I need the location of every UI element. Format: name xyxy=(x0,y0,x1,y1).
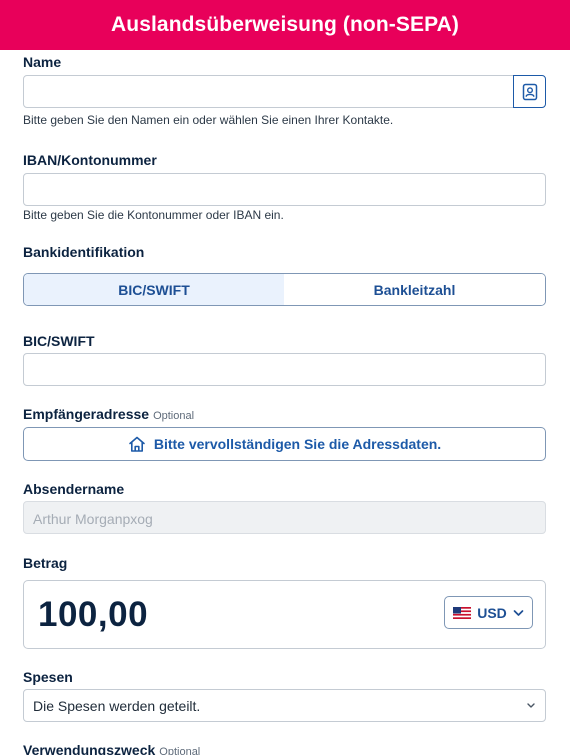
amount-label: Betrag xyxy=(23,555,68,571)
purpose-label: Verwendungszweck Optional xyxy=(23,742,200,755)
fees-label: Spesen xyxy=(23,669,73,685)
amount-field[interactable]: 100,00 USD xyxy=(23,580,546,649)
home-icon xyxy=(129,436,145,452)
chevron-down-icon xyxy=(527,703,535,708)
iban-label: IBAN/Kontonummer xyxy=(23,152,157,168)
address-label: Empfängeradresse Optional xyxy=(23,406,194,422)
page-title: Auslandsüberweisung (non-SEPA) xyxy=(111,13,459,36)
iban-input[interactable] xyxy=(23,173,546,206)
address-optional-tag: Optional xyxy=(153,410,195,422)
page-header: Auslandsüberweisung (non-SEPA) xyxy=(0,0,570,50)
amount-value: 100,00 xyxy=(38,595,149,634)
fees-selected-value: Die Spesen werden geteilt. xyxy=(33,697,201,714)
bic-label: BIC/SWIFT xyxy=(23,333,95,349)
complete-address-label: Bitte vervollständigen Sie die Adressdat… xyxy=(153,436,442,452)
chevron-down-icon xyxy=(513,609,524,616)
complete-address-button[interactable]: Bitte vervollständigen Sie die Adressdat… xyxy=(23,427,546,461)
purpose-optional-tag: Optional xyxy=(159,746,201,755)
sender-label: Absendername xyxy=(23,481,125,497)
name-label: Name xyxy=(23,54,62,70)
iban-hint: Bitte geben Sie die Kontonummer oder IBA… xyxy=(23,208,284,222)
sender-value: Arthur Morganpxog xyxy=(33,511,153,527)
currency-selector[interactable]: USD xyxy=(444,596,533,629)
currency-code: USD xyxy=(477,604,507,621)
contact-picker-button[interactable] xyxy=(513,75,546,108)
bic-swift-option[interactable]: BIC/SWIFT xyxy=(24,274,286,305)
address-label-text: Empfängeradresse xyxy=(23,406,150,422)
fees-select[interactable]: Die Spesen werden geteilt. xyxy=(23,689,546,722)
contact-book-icon xyxy=(522,83,537,100)
name-hint: Bitte geben Sie den Namen ein oder wähle… xyxy=(23,113,394,127)
us-flag-icon xyxy=(453,606,472,619)
bank-identification-toggle: BIC/SWIFT Bankleitzahl xyxy=(23,273,546,306)
name-input[interactable] xyxy=(23,75,514,108)
purpose-label-text: Verwendungszweck xyxy=(23,742,156,755)
bank-identification-label: Bankidentifikation xyxy=(23,244,145,260)
bic-input[interactable] xyxy=(23,353,546,386)
bankleitzahl-option[interactable]: Bankleitzahl xyxy=(284,274,545,305)
